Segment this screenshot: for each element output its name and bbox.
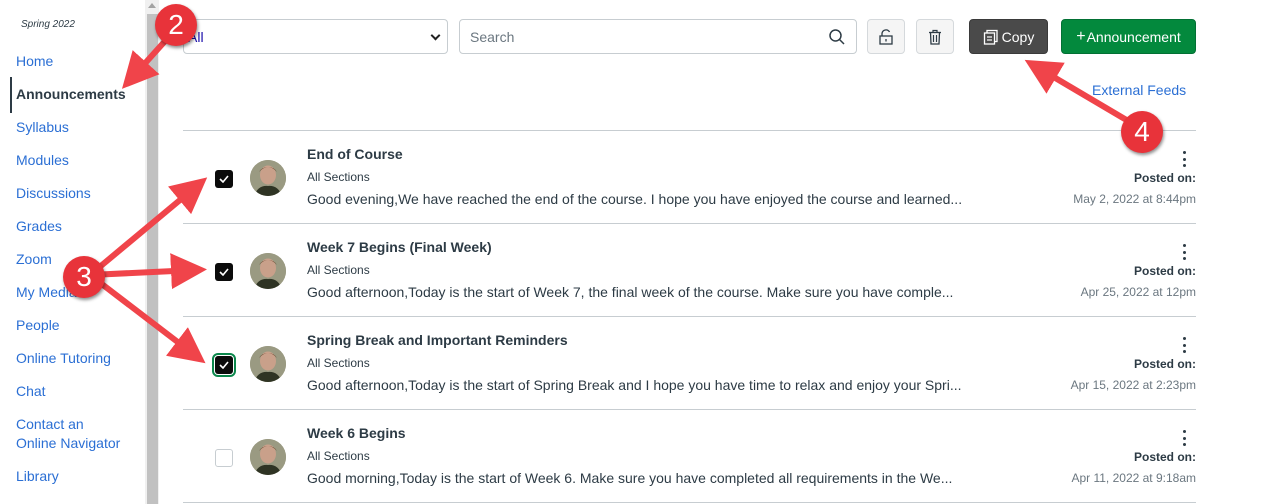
- select-checkbox[interactable]: [215, 170, 233, 188]
- nav-item-library[interactable]: Library: [0, 467, 145, 486]
- search-icon[interactable]: [828, 28, 846, 46]
- announcement-preview: Good evening,We have reached the end of …: [307, 191, 963, 207]
- author-avatar[interactable]: [250, 346, 286, 382]
- avatar-photo: [250, 253, 286, 289]
- scrollbar-thumb[interactable]: [147, 14, 158, 504]
- add-announcement-button[interactable]: + Announcement: [1061, 19, 1196, 54]
- announcement-title[interactable]: Spring Break and Important Reminders: [307, 332, 568, 348]
- unlock-icon: [879, 28, 893, 45]
- announcement-title[interactable]: Week 6 Begins: [307, 425, 406, 441]
- announcement-row[interactable]: Week 6 Begins All Sections Good morning,…: [183, 410, 1196, 503]
- copy-icon: [983, 29, 998, 45]
- copy-button-label: Copy: [1001, 28, 1035, 45]
- checkmark-icon: [219, 361, 229, 369]
- announcement-sections: All Sections: [307, 170, 370, 184]
- nav-item-grades[interactable]: Grades: [0, 217, 145, 236]
- announcement-sections: All Sections: [307, 356, 370, 370]
- annotation-badge-3: 3: [63, 256, 105, 298]
- nav-item-modules[interactable]: Modules: [0, 151, 145, 170]
- posted-on-label: Posted on:: [1134, 450, 1196, 464]
- more-options-icon[interactable]: [1182, 151, 1186, 167]
- term-label: Spring 2022: [21, 19, 75, 30]
- delete-button[interactable]: [916, 19, 954, 54]
- scroll-up-arrow-icon[interactable]: [148, 3, 156, 8]
- announcement-list: End of Course All Sections Good evening,…: [183, 130, 1196, 503]
- checkmark-icon: [219, 268, 229, 276]
- nav-item-announcements[interactable]: Announcements: [0, 77, 145, 113]
- nav-item-syllabus[interactable]: Syllabus: [0, 118, 145, 137]
- announcement-title[interactable]: End of Course: [307, 146, 403, 162]
- search-input[interactable]: [470, 27, 810, 47]
- author-avatar[interactable]: [250, 160, 286, 196]
- announcement-preview: Good afternoon,Today is the start of Wee…: [307, 284, 954, 300]
- annotation-badge-2: 2: [155, 4, 197, 46]
- unlock-button[interactable]: [867, 19, 905, 54]
- announcement-row[interactable]: Spring Break and Important Reminders All…: [183, 317, 1196, 410]
- posted-date: Apr 25, 2022 at 12pm: [1080, 285, 1196, 299]
- avatar-photo: [250, 439, 286, 475]
- posted-on-label: Posted on:: [1134, 264, 1196, 278]
- add-announcement-label: Announcement: [1086, 28, 1181, 45]
- nav-item-online-tutoring[interactable]: Online Tutoring: [0, 349, 145, 368]
- plus-icon: +: [1076, 27, 1086, 45]
- posted-date: Apr 15, 2022 at 2:23pm: [1070, 378, 1196, 392]
- announcement-preview: Good morning,Today is the start of Week …: [307, 470, 953, 486]
- announcement-preview: Good afternoon,Today is the start of Spr…: [307, 377, 962, 393]
- nav-item-contact-navigator[interactable]: Contact an Online Navigator: [0, 415, 125, 453]
- nav-item-discussions[interactable]: Discussions: [0, 184, 145, 203]
- chevron-down-icon: [430, 30, 441, 41]
- posted-on-label: Posted on:: [1134, 357, 1196, 371]
- author-avatar[interactable]: [250, 439, 286, 475]
- trash-icon: [929, 29, 941, 45]
- announcement-row[interactable]: End of Course All Sections Good evening,…: [183, 131, 1196, 224]
- announcement-row[interactable]: Week 7 Begins (Final Week) All Sections …: [183, 224, 1196, 317]
- announcement-sections: All Sections: [307, 263, 370, 277]
- announcement-filter-select[interactable]: All: [183, 19, 448, 54]
- posted-date: Apr 11, 2022 at 9:18am: [1071, 471, 1196, 485]
- more-options-icon[interactable]: [1182, 430, 1186, 446]
- select-checkbox[interactable]: [212, 353, 236, 377]
- select-checkbox[interactable]: [215, 263, 233, 281]
- external-feeds-link[interactable]: External Feeds: [1092, 82, 1186, 98]
- checkmark-icon: [219, 175, 229, 183]
- search-box[interactable]: [459, 19, 857, 54]
- posted-on-label: Posted on:: [1134, 171, 1196, 185]
- more-options-icon[interactable]: [1182, 244, 1186, 260]
- announcement-title[interactable]: Week 7 Begins (Final Week): [307, 239, 492, 255]
- annotation-badge-4: 4: [1121, 111, 1163, 153]
- select-checkbox[interactable]: [215, 449, 233, 467]
- nav-item-home[interactable]: Home: [0, 52, 145, 71]
- avatar-photo: [250, 160, 286, 196]
- more-options-icon[interactable]: [1182, 337, 1186, 353]
- nav-item-chat[interactable]: Chat: [0, 382, 145, 401]
- avatar-photo: [250, 346, 286, 382]
- nav-item-people[interactable]: People: [0, 316, 145, 335]
- sidebar-scrollbar[interactable]: [145, 0, 159, 504]
- author-avatar[interactable]: [250, 253, 286, 289]
- announcement-sections: All Sections: [307, 449, 370, 463]
- course-navigation: Spring 2022 Home Announcements Syllabus …: [0, 0, 145, 504]
- copy-button[interactable]: Copy: [969, 19, 1048, 54]
- posted-date: May 2, 2022 at 8:44pm: [1073, 192, 1196, 206]
